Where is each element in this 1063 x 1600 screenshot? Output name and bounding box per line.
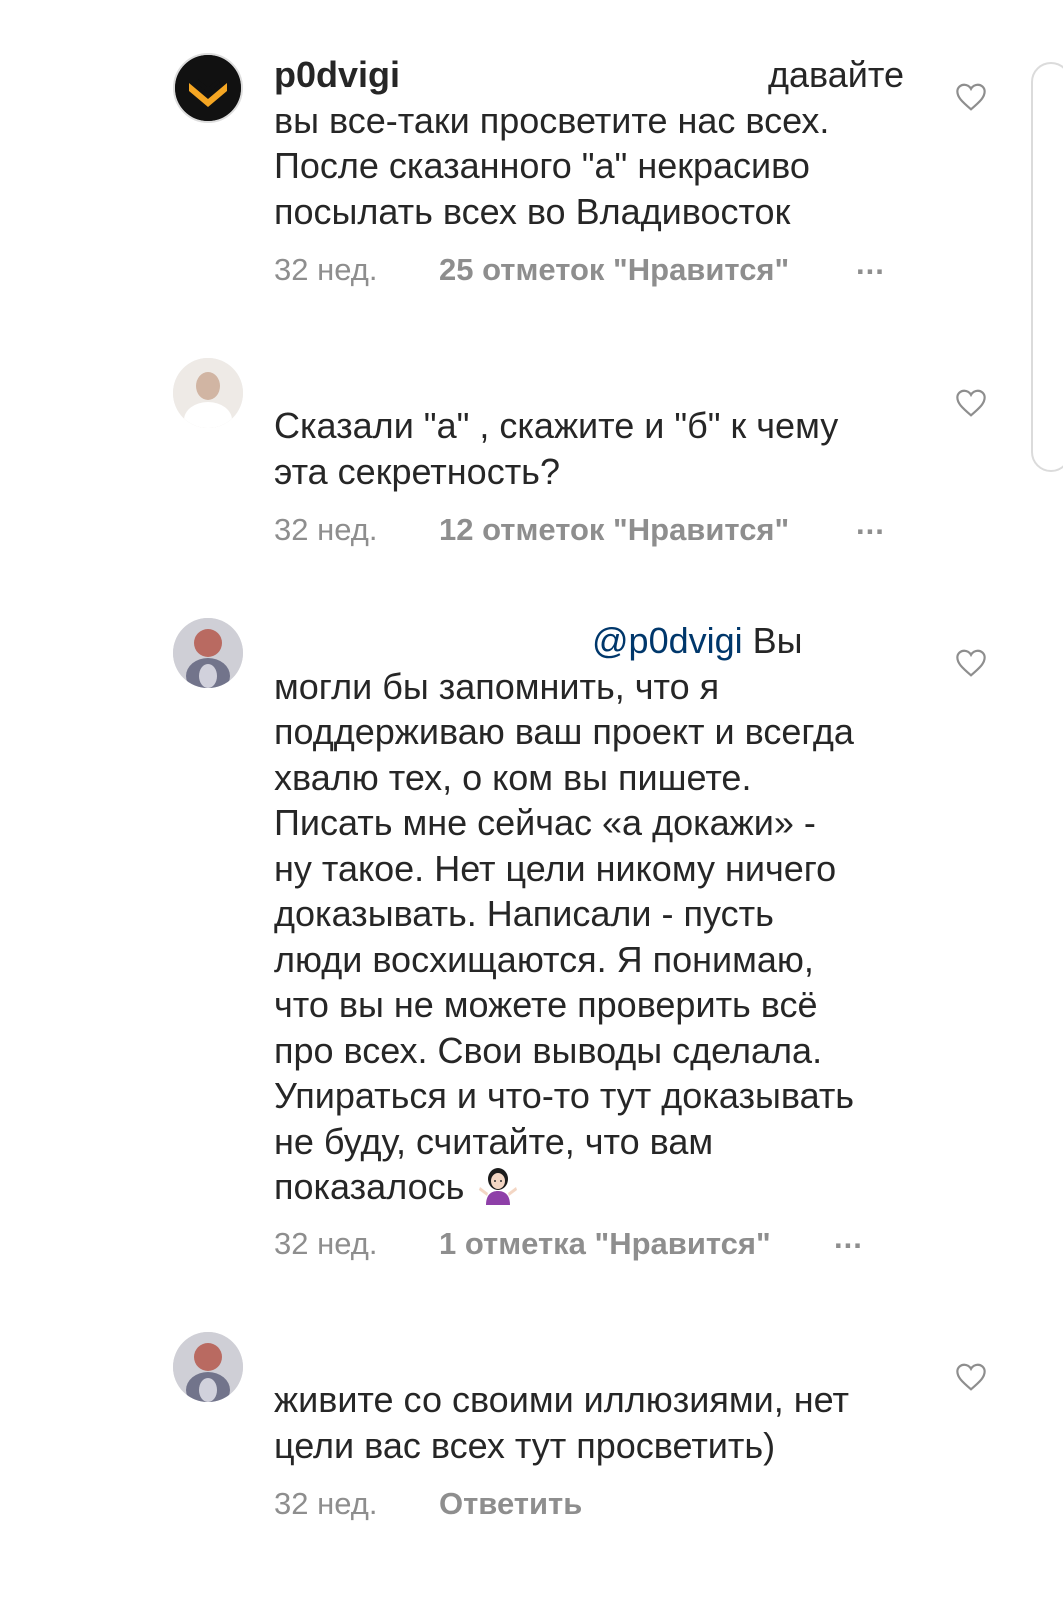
comment-line: Вы (752, 620, 803, 661)
avatar-p0dvigi[interactable] (173, 53, 243, 123)
comment-text: @p0dvigi Вы могли бы запомнить, что я по… (274, 618, 924, 1210)
avatar-user[interactable] (173, 618, 243, 688)
comment-line: что вы не можете проверить всё (274, 984, 818, 1025)
comment-text: p0dvigi давайте вы все-таки просветите н… (274, 52, 924, 234)
comment-line: эта секретность? (274, 450, 560, 492)
blurred-avatar-icon (173, 358, 243, 428)
comment-text: Сказали "а" , скажите и "б" к чему эта с… (274, 403, 924, 494)
comment-time[interactable]: 32 нед. (274, 1486, 377, 1522)
avatar-user[interactable] (173, 1332, 243, 1402)
comment-time[interactable]: 32 нед. (274, 1226, 377, 1262)
p0dvigi-logo-icon (175, 55, 241, 121)
comment-text: живите со своими иллюзиями, нет цели вас… (274, 1377, 924, 1468)
comment-line: вы все-таки просветите нас всех. (274, 99, 830, 141)
comment-likes[interactable]: 25 отметок "Нравится" (439, 252, 789, 288)
more-options-icon[interactable]: ... (834, 1220, 863, 1256)
blurred-avatar-icon (173, 1332, 243, 1402)
more-options-icon[interactable]: ... (856, 246, 885, 282)
comment-line: цели вас всех тут просветить) (274, 1424, 776, 1466)
comment-time[interactable]: 32 нед. (274, 512, 377, 548)
heart-outline-icon[interactable] (954, 648, 988, 678)
comment-line: живите со своими иллюзиями, нет (274, 1379, 849, 1420)
heart-outline-icon[interactable] (954, 388, 988, 418)
comment-username[interactable]: p0dvigi (274, 52, 400, 98)
heart-outline-icon[interactable] (954, 82, 988, 112)
comment-line: показалось (274, 1166, 465, 1207)
avatar-user[interactable] (173, 358, 243, 428)
comment-line: хвалю тех, о ком вы пишете. (274, 756, 752, 798)
woman-shrugging-emoji (479, 1168, 518, 1205)
reply-button[interactable]: Ответить (439, 1486, 582, 1522)
comment-likes[interactable]: 1 отметка "Нравится" (439, 1226, 771, 1262)
comment-time[interactable]: 32 нед. (274, 252, 377, 288)
comment-line: не буду, считайте, что вам (274, 1120, 714, 1162)
comment-line: Писать мне сейчас «а докажи» - (274, 802, 816, 843)
scrollbar[interactable] (1031, 62, 1063, 472)
comment-line: Упираться и что-то тут доказывать (274, 1075, 855, 1116)
comment-line: ну такое. Нет цели никому ничего (274, 847, 837, 889)
comment-line: доказывать. Написали - пусть (274, 893, 774, 934)
comment-line: После сказанного "а" некрасиво (274, 145, 810, 186)
comment-line: люди восхищаются. Я понимаю, (274, 938, 814, 980)
comment-line: посылать всех во Владивосток (274, 190, 791, 232)
comment-line: давайте (768, 54, 904, 95)
comment-line: поддерживаю ваш проект и всегда (274, 711, 854, 752)
heart-outline-icon[interactable] (954, 1362, 988, 1392)
comment-likes[interactable]: 12 отметок "Нравится" (439, 512, 789, 548)
comment-line: про всех. Свои выводы сделала. (274, 1029, 823, 1071)
comment-line: могли бы запомнить, что я (274, 665, 720, 707)
blurred-avatar-icon (173, 618, 243, 688)
comment-line: Сказали "а" , скажите и "б" к чему (274, 405, 839, 446)
mention-link[interactable]: @p0dvigi (592, 620, 743, 661)
more-options-icon[interactable]: ... (856, 506, 885, 542)
